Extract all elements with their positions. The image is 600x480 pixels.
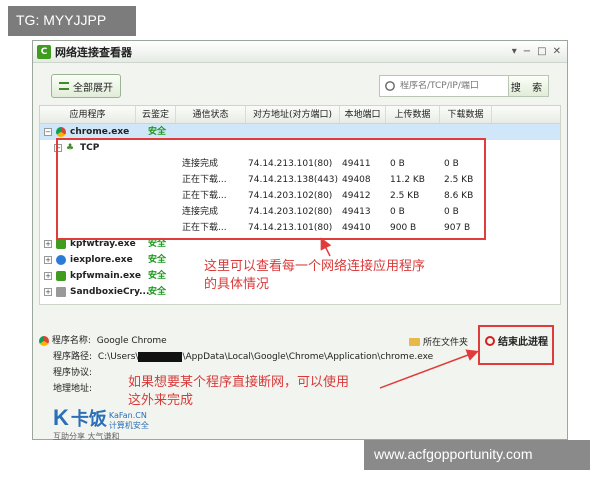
search-input[interactable] [400, 81, 500, 91]
annotation-1-line1: 这里可以查看每一个网络连接应用程序 [204, 259, 426, 274]
kingsoft-icon [56, 239, 66, 249]
expand-toggle[interactable]: + [44, 256, 52, 264]
watermark-top: TG: MYYJJPP [8, 6, 136, 36]
name-label: 程序名称: [51, 336, 91, 346]
folder-icon [409, 337, 420, 346]
search-button[interactable]: 搜 索 [508, 76, 548, 96]
open-folder-button[interactable]: 所在文件夹 [409, 335, 468, 348]
watermark-bottom: www.acfgopportunity.com [364, 440, 590, 470]
cloud-verdict: 安全 [148, 287, 167, 297]
logo-tagline: 计算机安全 [108, 421, 149, 430]
name-value: Google Chrome [96, 336, 167, 346]
process-name: SandboxieCry... [70, 287, 150, 297]
window-controls: ▾ − □ ✕ [512, 46, 567, 57]
process-name: iexplore.exe [70, 255, 133, 265]
expand-icon [59, 82, 69, 90]
address-label: 地理地址: [53, 384, 93, 394]
folder-label: 所在文件夹 [423, 338, 469, 348]
logo-motto: 互助分享 大气谦和 [53, 432, 120, 441]
search-icon [385, 81, 395, 91]
ie-icon [56, 255, 66, 265]
annotation-2: 如果想要某个程序直接断网，可以使用 这外来完成 [128, 374, 349, 410]
expand-all-label: 全部展开 [73, 82, 113, 94]
annotation-2-line2: 这外来完成 [128, 393, 194, 408]
list-header: 应用程序 云鉴定 通信状态 对方地址(对方端口) 本地端口 上传数据 下载数据 [40, 106, 560, 124]
title-bar: C 网络连接查看器 ▾ − □ ✕ [33, 41, 567, 63]
redaction-mask [138, 351, 183, 362]
window-title: 网络连接查看器 [55, 45, 132, 59]
settings-icon[interactable]: ▾ [512, 46, 517, 57]
path-suffix: \AppData\Local\Google\Chrome\Application… [182, 352, 434, 362]
annotation-1: 这里可以查看每一个网络连接应用程序 的具体情况 [204, 258, 425, 294]
kafan-logo: K 卡饭 KaFan.CN 计算机安全 互助分享 大气谦和 [53, 405, 183, 441]
collapse-toggle[interactable]: − [44, 128, 52, 136]
expand-toggle[interactable]: + [44, 240, 52, 248]
cloud-verdict: 安全 [148, 271, 167, 281]
toolbar: 全部展开 搜 索 [33, 65, 567, 107]
annotation-1-line2: 的具体情况 [204, 277, 270, 292]
process-name: kpfwmain.exe [70, 271, 142, 281]
expand-toggle[interactable]: + [44, 272, 52, 280]
col-down[interactable]: 下载数据 [440, 106, 492, 123]
expand-all-button[interactable]: 全部展开 [51, 74, 121, 98]
logo-site: KaFan.CN [108, 411, 147, 420]
cloud-verdict: 安全 [148, 255, 167, 265]
col-local[interactable]: 本地端口 [340, 106, 386, 123]
kingsoft-icon [56, 271, 66, 281]
end-button-highlight [478, 325, 554, 365]
path-prefix: C:\Users\ [97, 352, 139, 362]
col-cloud[interactable]: 云鉴定 [136, 106, 176, 123]
chrome-icon [39, 335, 49, 346]
connections-highlight [56, 138, 486, 240]
close-icon[interactable]: ✕ [553, 46, 561, 57]
col-remote[interactable]: 对方地址(对方端口) [246, 106, 340, 123]
search-box: 搜 索 [379, 75, 549, 97]
minimize-icon[interactable]: − [523, 46, 531, 57]
col-up[interactable]: 上传数据 [386, 106, 440, 123]
expand-toggle[interactable]: + [44, 288, 52, 296]
col-status[interactable]: 通信状态 [176, 106, 246, 123]
sandbox-icon [56, 287, 66, 297]
chrome-icon [56, 127, 66, 137]
protocol-label: 程序协议: [53, 368, 93, 378]
col-app[interactable]: 应用程序 [40, 106, 136, 123]
logo-name: 卡饭 [70, 409, 107, 430]
app-icon: C [37, 44, 51, 59]
annotation-2-line1: 如果想要某个程序直接断网，可以使用 [128, 375, 350, 390]
path-label: 程序路径: [53, 352, 93, 362]
maximize-icon[interactable]: □ [537, 46, 546, 57]
logo-mark: K [53, 405, 69, 430]
